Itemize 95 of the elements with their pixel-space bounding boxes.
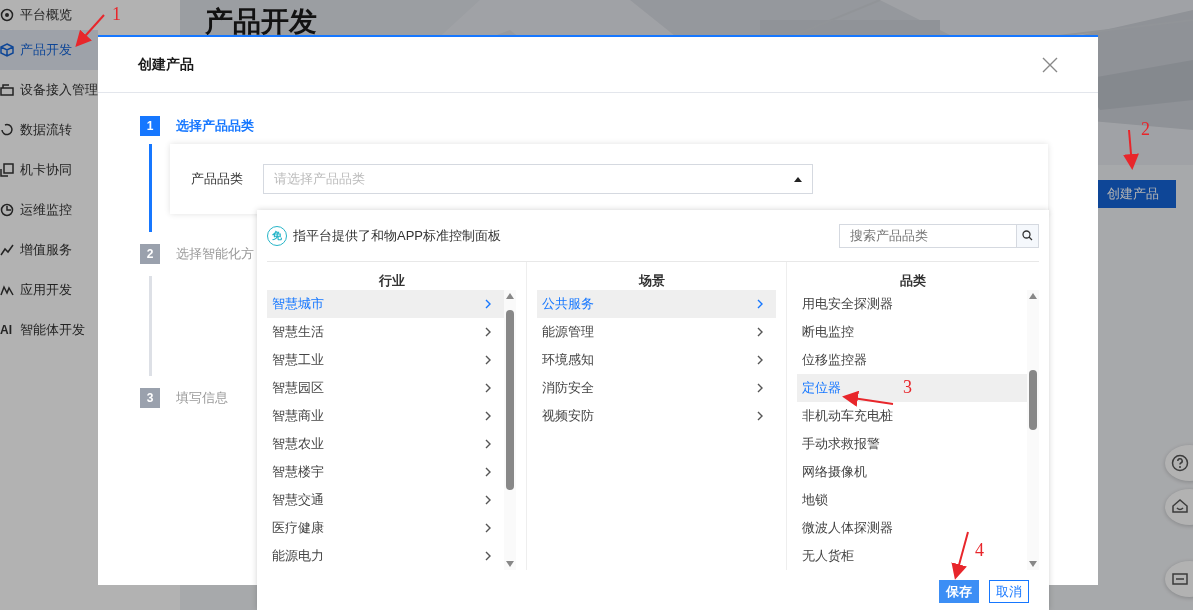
device-icon (0, 83, 14, 97)
sidebar-item[interactable]: AI 智能体开发 (0, 310, 98, 350)
option-item[interactable]: 智慧商业 (267, 402, 504, 430)
option-item[interactable]: 能源管理 (537, 318, 776, 346)
step-label: 选择产品品类 (176, 117, 254, 136)
option-item[interactable]: 用电安全探测器 (797, 290, 905, 318)
dialog-title: 创建产品 (138, 55, 194, 74)
sidebar-item[interactable]: 设备接入管理 (0, 70, 98, 110)
chevron-icon (484, 439, 492, 449)
option-item[interactable]: 公共服务 (537, 290, 776, 318)
option-item[interactable]: 微波人体探测器 (797, 514, 905, 542)
annotation-number: 4 (975, 540, 984, 560)
chevron-icon (756, 327, 764, 337)
option-item[interactable]: 环境感知 (537, 346, 776, 374)
step-label: 填写信息 (176, 389, 228, 408)
annotation-arrow (951, 531, 969, 580)
option-item[interactable]: 网络摄像机 (797, 458, 879, 486)
option-item[interactable]: 能源电力 (267, 542, 504, 570)
option-item[interactable]: 断电监控 (797, 318, 866, 346)
step-number: 2 (140, 244, 160, 264)
annotation-arrow (75, 14, 105, 47)
option-item[interactable]: 手动求救报警 (797, 430, 892, 458)
chevron-icon (484, 495, 492, 505)
field-label: 产品品类 (191, 170, 243, 189)
scroll-up-icon (506, 293, 514, 299)
chevron-icon (484, 523, 492, 533)
sim-icon (0, 163, 14, 177)
chevron-icon (756, 299, 764, 309)
help-icon (1171, 454, 1189, 472)
option-item[interactable]: 智慧楼宇 (267, 458, 504, 486)
sidebar-item[interactable]: 增值服务 (0, 230, 98, 270)
trend-icon (0, 243, 14, 257)
sidebar-item[interactable]: 应用开发 (0, 270, 98, 310)
wave-icon (0, 283, 14, 297)
chevron-icon (756, 411, 764, 421)
chevron-icon (756, 383, 764, 393)
column-header: 品类 (899, 271, 927, 290)
scroll-up-icon (1029, 293, 1037, 299)
column-header: 行业 (377, 271, 406, 290)
scroll-thumb[interactable] (1029, 370, 1037, 430)
option-item[interactable]: 无人货柜 (797, 542, 866, 570)
step-number: 1 (140, 116, 160, 136)
option-item[interactable]: 视频安防 (537, 402, 776, 430)
option-item[interactable]: 智慧交通 (267, 486, 504, 514)
caret-icon (794, 176, 802, 182)
step-label: 选择智能化方 (176, 245, 254, 264)
scroll-thumb[interactable] (506, 310, 514, 490)
scroll-down-icon (1029, 561, 1037, 567)
cube-icon (0, 43, 14, 57)
column-header: 场景 (637, 271, 666, 290)
chevron-icon (484, 551, 492, 561)
cancel-button[interactable]: 取消 (989, 580, 1029, 603)
smiley-icon (1171, 498, 1189, 516)
chevron-icon (484, 355, 492, 365)
step-number: 3 (140, 388, 160, 408)
note-text: 指平台提供了和物APP标准控制面板 (293, 226, 501, 245)
chevron-icon (484, 411, 492, 421)
search-field[interactable]: 搜索产品品类 (839, 223, 1017, 248)
panel-icon (1171, 570, 1189, 588)
annotation-arrow (842, 390, 894, 407)
option-item[interactable]: 位移监控器 (797, 346, 879, 374)
sidebar-item[interactable]: 运维监控 (0, 190, 98, 230)
option-item[interactable]: 消防安全 (537, 374, 776, 402)
chevron-icon (484, 327, 492, 337)
option-item[interactable]: 智慧工业 (267, 346, 504, 374)
sidebar-item[interactable]: 数据流转 (0, 110, 98, 150)
clock-icon (0, 203, 14, 217)
search-button[interactable] (1017, 223, 1039, 248)
page-title: 产品开发 (205, 5, 318, 39)
gear-icon (0, 8, 14, 22)
search-icon (1022, 230, 1033, 241)
close-icon (1042, 57, 1058, 74)
annotation-number: 3 (903, 377, 912, 397)
cycle-icon (0, 123, 14, 137)
option-item[interactable]: 智慧农业 (267, 430, 504, 458)
chevron-icon (756, 355, 764, 365)
option-item[interactable]: 智慧园区 (267, 374, 504, 402)
chevron-icon (484, 467, 492, 477)
annotation-arrow (1123, 129, 1139, 170)
option-item[interactable]: 医疗健康 (267, 514, 504, 542)
ai-icon: AI (0, 321, 14, 339)
chevron-icon (484, 299, 492, 309)
scroll-down-icon (506, 561, 514, 567)
scrollbar[interactable] (1027, 290, 1039, 570)
option-item[interactable]: 智慧城市 (267, 290, 504, 318)
option-item[interactable]: 地锁 (797, 486, 840, 514)
annotation-number: 2 (1141, 119, 1150, 139)
sidebar-item[interactable]: 产品开发 (0, 30, 98, 70)
sidebar-item[interactable]: 机卡协同 (0, 150, 98, 190)
scrollbar[interactable] (504, 290, 516, 570)
annotation-number: 1 (112, 4, 121, 24)
sidebar-item[interactable]: 平台概览 (0, 0, 98, 30)
option-item[interactable]: 非机动车充电桩 (797, 402, 905, 430)
chevron-icon (484, 383, 492, 393)
option-item[interactable]: 智慧生活 (267, 318, 504, 346)
